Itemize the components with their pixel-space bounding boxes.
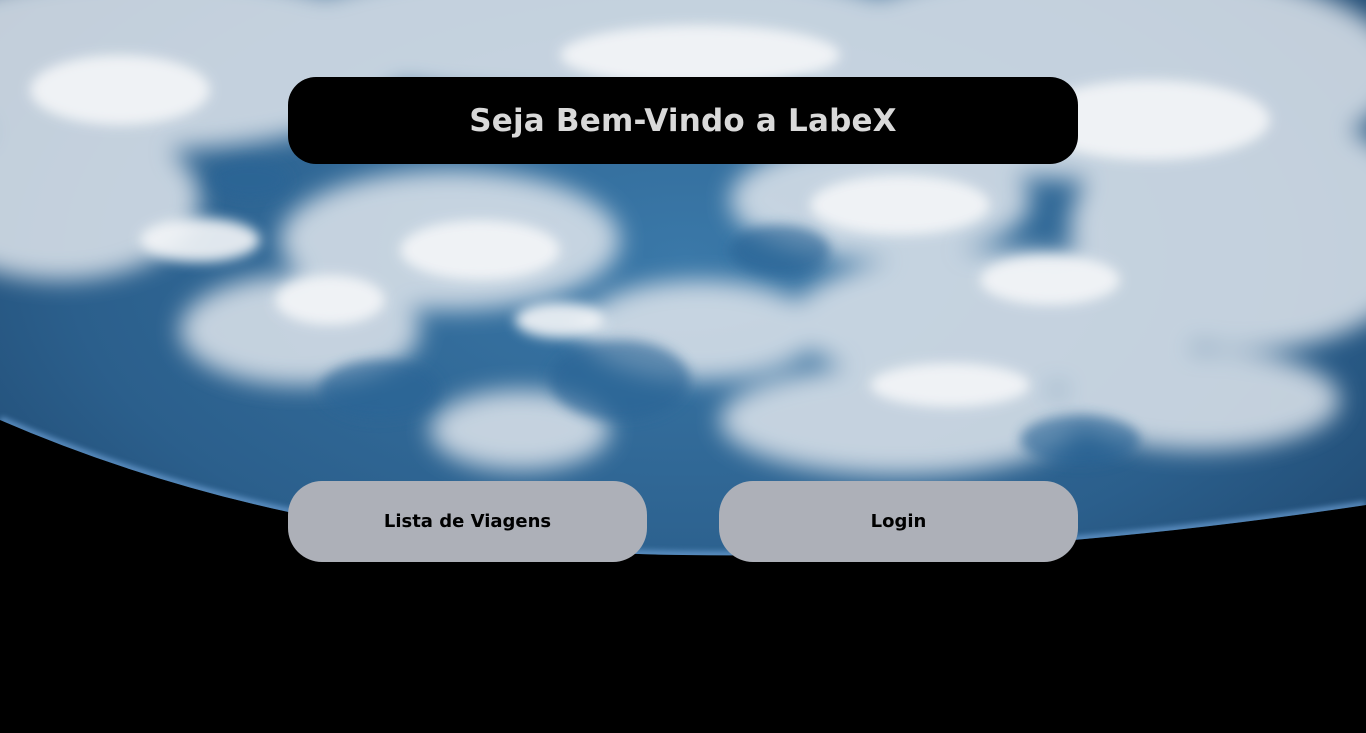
trips-list-button-label: Lista de Viagens [383,511,552,532]
trips-list-button[interactable]: Lista de Viagens [288,481,647,562]
welcome-banner: Seja Bem-Vindo a LabeX [288,77,1078,164]
home-page: Seja Bem-Vindo a LabeX Lista de Viagens … [0,0,1366,733]
page-title: Seja Bem-Vindo a LabeX [469,102,897,139]
login-button[interactable]: Login [719,481,1078,562]
login-button-label: Login [870,511,927,532]
